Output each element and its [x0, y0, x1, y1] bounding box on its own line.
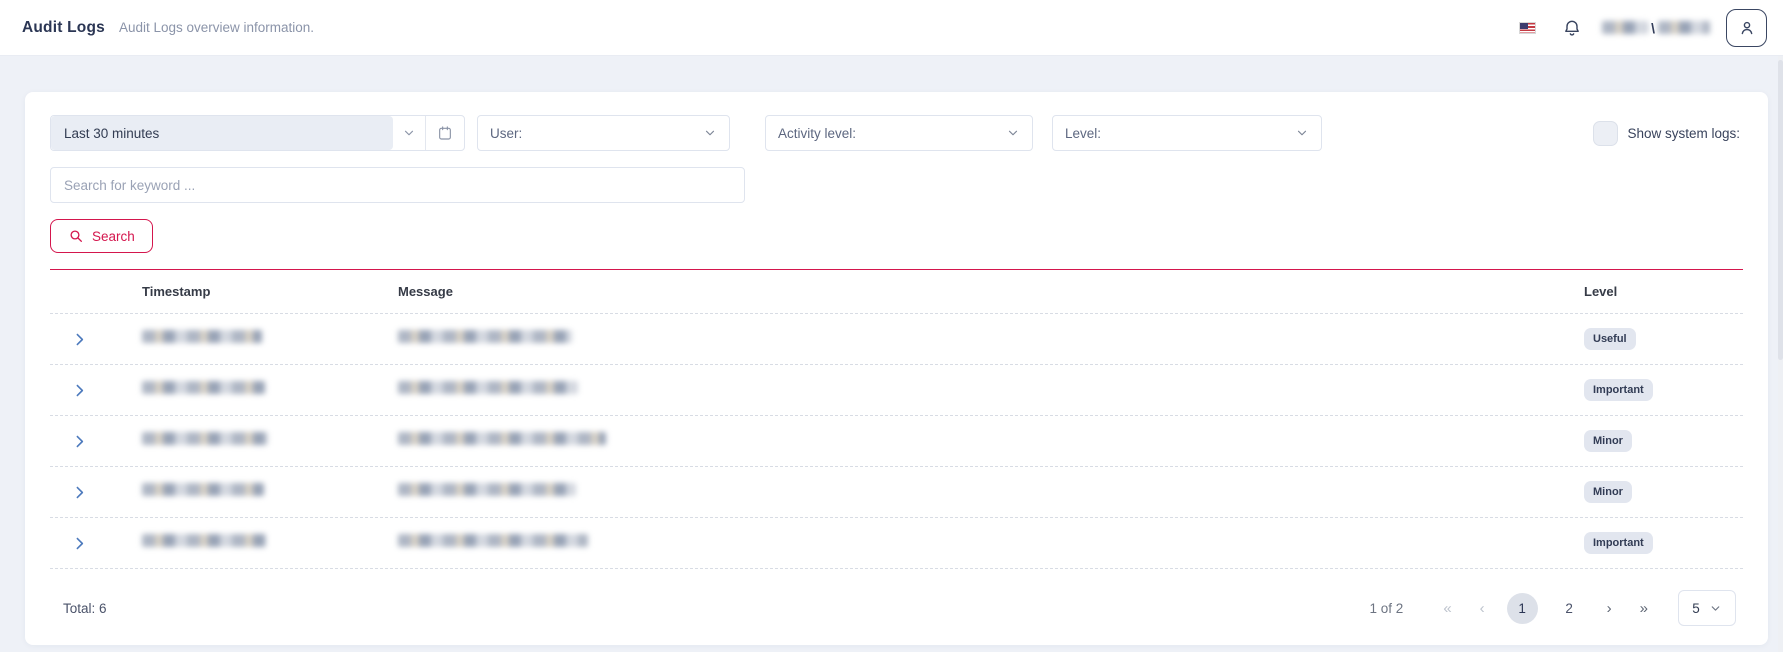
activity-level-filter-label: Activity level: — [778, 126, 856, 141]
row-level-badge: Minor — [1584, 430, 1632, 452]
topbar-actions: \ — [1519, 9, 1767, 47]
chevron-down-icon — [703, 126, 717, 140]
us-flag-icon — [1519, 22, 1536, 34]
expand-row-button[interactable] — [50, 535, 88, 552]
table-row[interactable]: Minor — [50, 467, 1743, 518]
prev-page-button[interactable]: ‹ — [1480, 600, 1485, 617]
expand-row-button[interactable] — [50, 382, 88, 399]
page-info: 1 of 2 — [1370, 601, 1404, 616]
chevron-down-icon — [1709, 602, 1722, 615]
user-filter-label: User: — [490, 126, 522, 141]
page-size-value: 5 — [1692, 601, 1700, 616]
audit-logs-panel: Last 30 minutes User: Activity level: Le… — [25, 92, 1768, 645]
expand-row-button[interactable] — [50, 331, 88, 348]
chevron-right-icon — [71, 535, 88, 552]
username-separator: \ — [1651, 20, 1655, 36]
page-button-2[interactable]: 2 — [1554, 593, 1585, 624]
pagination: 1 of 2 « ‹ 1 2 › » 5 — [1370, 590, 1736, 626]
table-row[interactable]: Important — [50, 365, 1743, 416]
calendar-icon — [437, 125, 453, 141]
chevron-down-icon — [402, 126, 416, 140]
chevron-right-icon — [71, 331, 88, 348]
first-page-button[interactable]: « — [1443, 600, 1451, 617]
level-column-header: Level — [1575, 284, 1743, 299]
vertical-scrollbar[interactable] — [1778, 56, 1783, 652]
table-footer: Total: 6 1 of 2 « ‹ 1 2 › » 5 — [50, 588, 1743, 628]
username-domain-redacted — [1602, 21, 1648, 34]
notifications-button[interactable] — [1562, 18, 1582, 38]
search-button-label: Search — [92, 229, 135, 244]
row-message-redacted — [398, 534, 588, 547]
chevron-right-icon — [71, 382, 88, 399]
chevron-down-icon — [1006, 126, 1020, 140]
row-timestamp-redacted — [142, 381, 265, 394]
search-icon — [68, 228, 84, 244]
next-page-button[interactable]: › — [1607, 600, 1612, 617]
user-filter-select[interactable]: User: — [477, 115, 730, 151]
current-username: \ — [1602, 20, 1710, 36]
username-name-redacted — [1658, 21, 1710, 34]
expand-row-button[interactable] — [50, 433, 88, 450]
time-range-value[interactable]: Last 30 minutes — [51, 116, 393, 150]
row-timestamp-redacted — [142, 483, 264, 496]
search-button[interactable]: Search — [50, 219, 153, 253]
row-message-redacted — [398, 381, 578, 394]
expand-row-button[interactable] — [50, 484, 88, 501]
row-timestamp-redacted — [142, 432, 268, 445]
show-system-logs-label: Show system logs: — [1627, 126, 1740, 141]
row-timestamp-redacted — [142, 534, 266, 547]
row-message-redacted — [398, 483, 576, 496]
page-button-1[interactable]: 1 — [1507, 593, 1538, 624]
page-subtitle: Audit Logs overview information. — [119, 20, 314, 35]
bell-icon — [1562, 18, 1582, 38]
show-system-logs-checkbox[interactable] — [1593, 121, 1618, 146]
scrollbar-thumb[interactable] — [1778, 60, 1783, 360]
timestamp-column-header: Timestamp — [142, 284, 398, 299]
level-filter-select[interactable]: Level: — [1052, 115, 1322, 151]
row-level-badge: Minor — [1584, 481, 1632, 503]
level-filter-label: Level: — [1065, 126, 1101, 141]
message-column-header: Message — [398, 284, 1575, 299]
last-page-button[interactable]: » — [1640, 600, 1648, 617]
show-system-logs-control: Show system logs: — [1593, 121, 1740, 146]
row-message-redacted — [398, 432, 606, 445]
filter-row: Last 30 minutes User: Activity level: Le… — [50, 115, 1743, 151]
table-row[interactable]: Minor — [50, 416, 1743, 467]
total-count: Total: 6 — [63, 601, 107, 616]
page-title: Audit Logs — [22, 19, 105, 37]
calendar-button[interactable] — [426, 125, 464, 141]
table-header: Timestamp Message Level — [50, 270, 1743, 314]
time-range-caret[interactable] — [393, 126, 425, 140]
row-level-badge: Useful — [1584, 328, 1636, 350]
user-profile-button[interactable] — [1726, 9, 1767, 47]
person-icon — [1737, 18, 1757, 38]
row-message-redacted — [398, 330, 572, 343]
topbar: Audit Logs Audit Logs overview informati… — [0, 0, 1783, 56]
time-range-select[interactable]: Last 30 minutes — [50, 115, 465, 151]
row-timestamp-redacted — [142, 330, 262, 343]
row-level-badge: Important — [1584, 532, 1653, 554]
chevron-right-icon — [71, 433, 88, 450]
chevron-down-icon — [1295, 126, 1309, 140]
row-level-badge: Important — [1584, 379, 1653, 401]
language-flag-button[interactable] — [1519, 22, 1536, 34]
table-row[interactable]: Useful — [50, 314, 1743, 365]
chevron-right-icon — [71, 484, 88, 501]
page-size-select[interactable]: 5 — [1678, 590, 1736, 626]
table-row[interactable]: Important — [50, 518, 1743, 569]
search-input[interactable] — [50, 167, 745, 203]
activity-level-filter-select[interactable]: Activity level: — [765, 115, 1033, 151]
table-body: Useful Important Minor — [50, 314, 1743, 569]
